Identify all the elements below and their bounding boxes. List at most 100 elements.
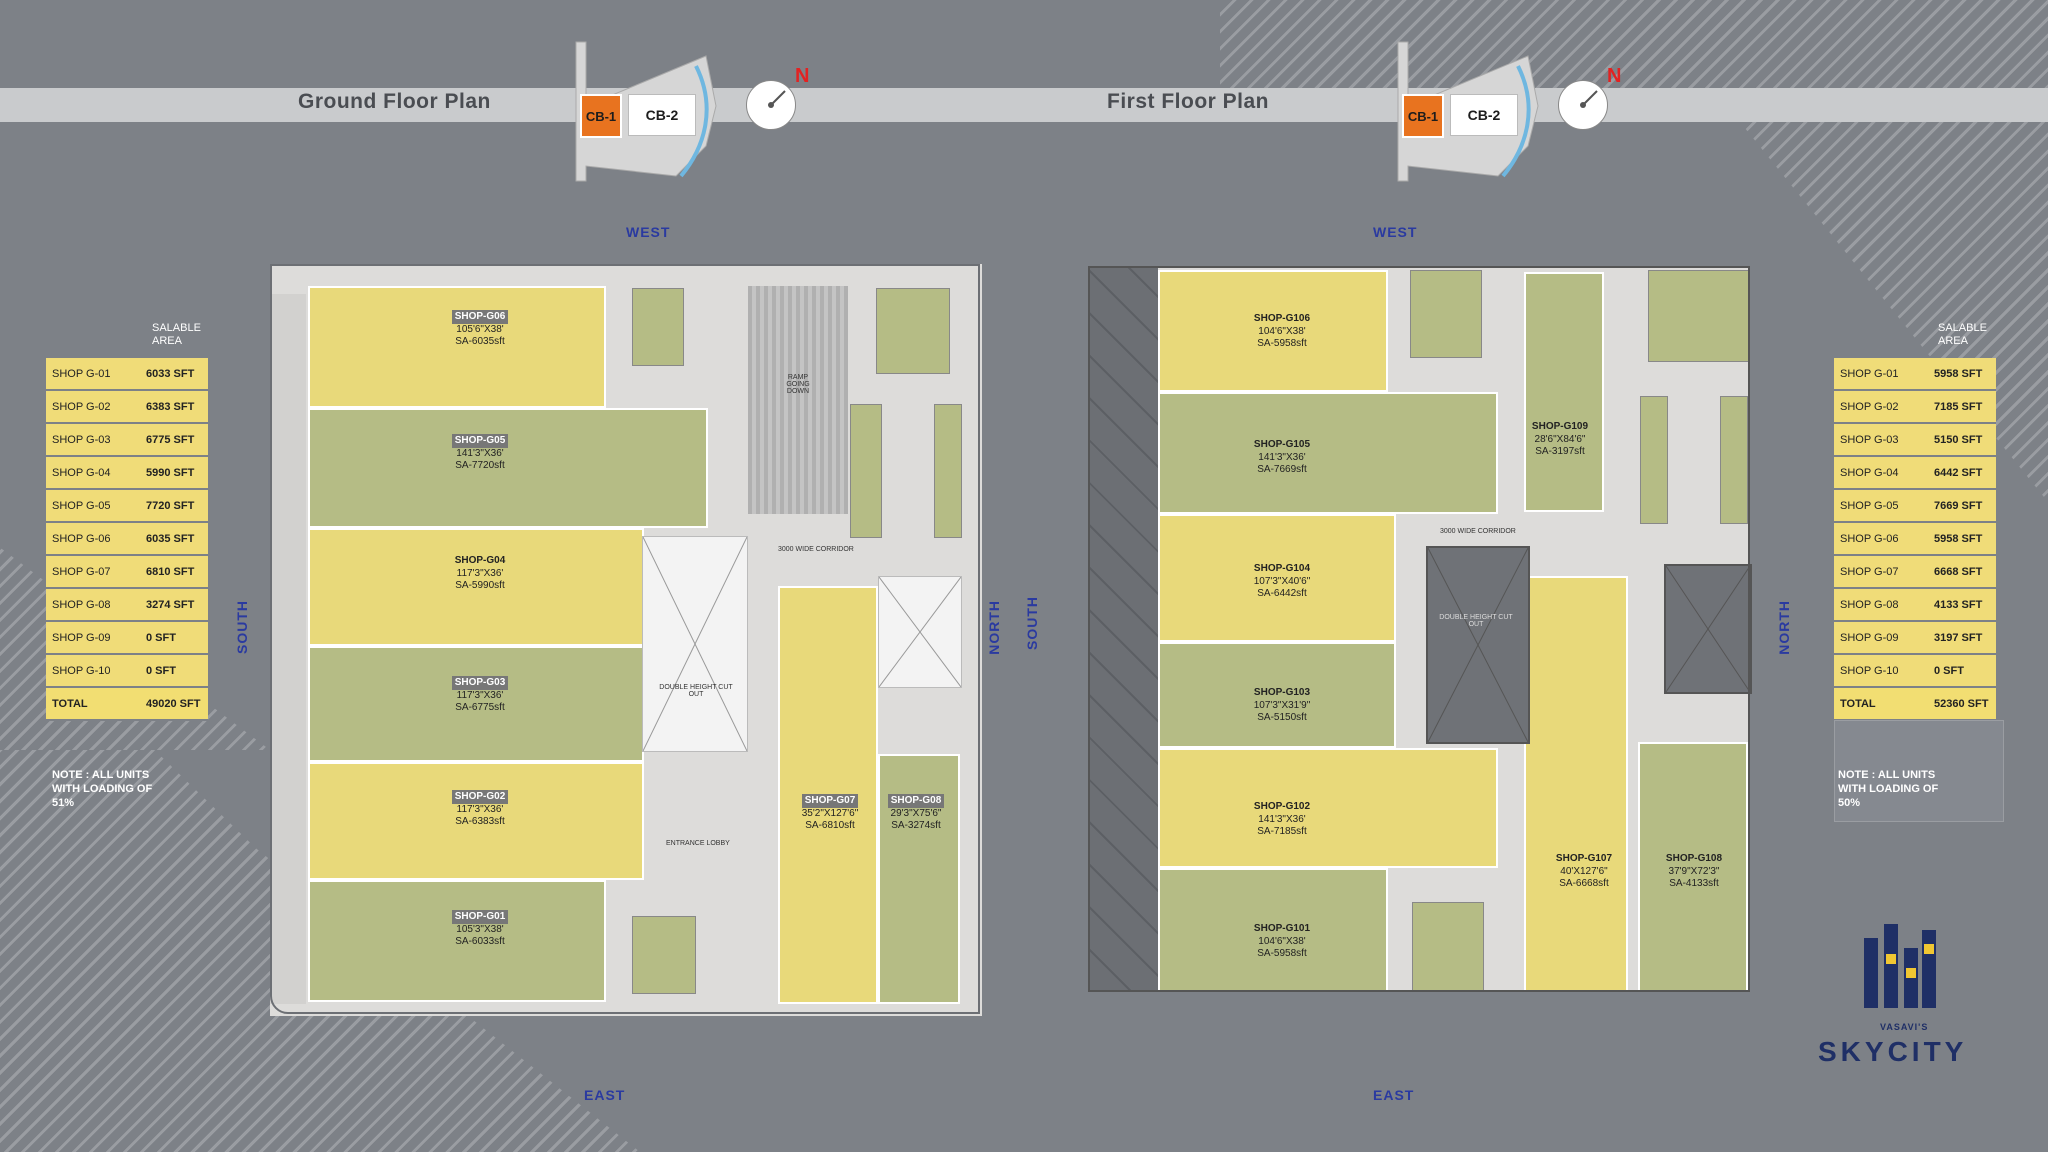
first-shop-label: SHOP-G102 141'3"X36' SA-7185sft — [1232, 800, 1332, 838]
first-compass: N — [1558, 65, 1621, 130]
table-row: SHOP G-05 7669 SFT — [1834, 489, 1996, 523]
ground-floor-title: Ground Floor Plan — [298, 90, 491, 113]
row-name: SHOP G-08 — [46, 588, 140, 622]
ground-west-label: WEST — [626, 224, 671, 240]
row-value: 0 SFT — [140, 621, 208, 655]
table-row: SHOP G-08 4133 SFT — [1834, 588, 1996, 622]
shop-name: SHOP-G103 — [1253, 687, 1311, 698]
table-total-row: TOTAL 49020 SFT — [46, 687, 208, 721]
ground-east-label: EAST — [584, 1087, 626, 1103]
shop-name: SHOP-G105 — [1253, 439, 1311, 450]
row-name: SHOP G-09 — [1834, 621, 1928, 655]
first-area-table: SHOP G-01 5958 SFT SHOP G-02 7185 SFT SHOP… — [1834, 358, 1996, 721]
table-row: SHOP G-04 6442 SFT — [1834, 456, 1996, 490]
row-value: 7185 SFT — [1928, 390, 1996, 424]
ground-col-head: SALABLE AREA — [152, 322, 201, 347]
ground-shop-label: SHOP-G04 117'3"X36' SA-5990sft — [430, 554, 530, 592]
first-west-label: WEST — [1373, 224, 1418, 240]
hatch-top-right — [1220, 0, 2048, 88]
table-row: SHOP G-05 7720 SFT — [46, 489, 208, 523]
shop-sa: SA-5958sft — [1257, 338, 1307, 349]
shop-dim: 29'3"X75'6" — [890, 808, 942, 819]
row-name: SHOP G-09 — [46, 621, 140, 655]
shop-name: SHOP-G03 — [451, 676, 509, 690]
first-north-label: N — [1607, 65, 1622, 87]
first-shop-label: SHOP-G101 104'6"X38' SA-5958sft — [1232, 922, 1332, 960]
row-value: 5958 SFT — [1928, 522, 1996, 556]
table-row: SHOP G-02 7185 SFT — [1834, 390, 1996, 424]
table-row: SHOP G-02 6383 SFT — [46, 390, 208, 424]
ground-plan-border — [270, 264, 980, 1014]
ground-cb1-key: CB-1 — [580, 94, 622, 138]
shop-dim: 35'2"X127'6" — [801, 808, 859, 819]
ground-shop-label: SHOP-G07 35'2"X127'6" SA-6810sft — [778, 794, 882, 832]
shop-sa: SA-6383sft — [455, 816, 505, 827]
shop-name: SHOP-G07 — [801, 794, 859, 808]
row-value: 6035 SFT — [140, 522, 208, 556]
row-value: 6033 SFT — [140, 358, 208, 391]
ground-area-table: SHOP G-01 6033 SFT SHOP G-02 6383 SFT SHOP… — [46, 358, 208, 721]
table-row: SHOP G-07 6668 SFT — [1834, 555, 1996, 589]
row-value: 6810 SFT — [140, 555, 208, 589]
row-name: SHOP G-02 — [1834, 390, 1928, 424]
first-cb2-key: CB-2 — [1450, 94, 1518, 136]
shop-name: SHOP-G01 — [451, 910, 509, 924]
row-name: SHOP G-07 — [1834, 555, 1928, 589]
row-value: 3197 SFT — [1928, 621, 1996, 655]
table-row: SHOP G-03 6775 SFT — [46, 423, 208, 457]
shop-sa: SA-4133sft — [1669, 878, 1719, 889]
compass-needle-icon — [1580, 90, 1598, 108]
shop-dim: 105'3"X38' — [456, 924, 504, 935]
first-shop-label: SHOP-G105 141'3"X36' SA-7669sft — [1232, 438, 1332, 476]
row-name: SHOP G-04 — [46, 456, 140, 490]
shop-dim: 28'6"X84'6" — [1534, 434, 1586, 445]
table-row: SHOP G-03 5150 SFT — [1834, 423, 1996, 457]
row-value: 5150 SFT — [1928, 423, 1996, 457]
shop-dim: 104'6"X38' — [1258, 326, 1306, 337]
first-shop-label: SHOP-G109 28'6"X84'6" SA-3197sft — [1512, 420, 1608, 458]
shop-sa: SA-5150sft — [1257, 712, 1307, 723]
ground-shop-label: SHOP-G01 105'3"X38' SA-6033sft — [430, 910, 530, 948]
row-name: SHOP G-04 — [1834, 456, 1928, 490]
first-shop-label: SHOP-G108 37'9"X72'3" SA-4133sft — [1646, 852, 1742, 890]
row-value: 5990 SFT — [140, 456, 208, 490]
shop-dim: 105'6"X38' — [456, 324, 504, 335]
shop-dim: 141'3"X36' — [456, 448, 504, 459]
brand-pre: VASAVI'S — [1880, 1022, 1929, 1032]
row-name: SHOP G-06 — [1834, 522, 1928, 556]
ground-shop-label: SHOP-G08 29'3"X75'6" SA-3274sft — [876, 794, 956, 832]
shop-name: SHOP-G104 — [1253, 563, 1311, 574]
ground-north-side-label: NORTH — [986, 600, 1002, 655]
row-value: 6442 SFT — [1928, 456, 1996, 490]
ground-shop-label: SHOP-G06 105'6"X38' SA-6035sft — [430, 310, 530, 348]
shop-name: SHOP-G02 — [451, 790, 509, 804]
first-east-label: EAST — [1373, 1087, 1415, 1103]
ground-key-plan: CB-1 CB-2 — [556, 36, 726, 186]
table-row: SHOP G-08 3274 SFT — [46, 588, 208, 622]
first-floor-title: First Floor Plan — [1107, 90, 1270, 113]
first-shop-label: SHOP-G107 40'X127'6" SA-6668sft — [1536, 852, 1632, 890]
row-value: 0 SFT — [140, 654, 208, 688]
row-name: SHOP G-06 — [46, 522, 140, 556]
table-row: SHOP G-01 5958 SFT — [1834, 358, 1996, 391]
first-shop-label: SHOP-G104 107'3"X40'6" SA-6442sft — [1232, 562, 1332, 600]
shop-dim: 117'3"X36' — [456, 568, 504, 579]
table-row: SHOP G-01 6033 SFT — [46, 358, 208, 391]
first-shop-label: SHOP-G103 107'3"X31'9" SA-5150sft — [1232, 686, 1332, 724]
row-name: SHOP G-10 — [46, 654, 140, 688]
table-row: SHOP G-06 6035 SFT — [46, 522, 208, 556]
row-name: SHOP G-03 — [1834, 423, 1928, 457]
shop-name: SHOP-G05 — [451, 434, 509, 448]
shop-dim: 107'3"X31'9" — [1253, 700, 1311, 711]
table-row: SHOP G-10 0 SFT — [46, 654, 208, 688]
shop-dim: 117'3"X36' — [456, 690, 504, 701]
row-name: SHOP G-05 — [46, 489, 140, 523]
ground-cb2-key: CB-2 — [628, 94, 696, 136]
row-value: 7669 SFT — [1928, 489, 1996, 523]
shop-name: SHOP-G107 — [1555, 853, 1613, 864]
ground-shop-label: SHOP-G02 117'3"X36' SA-6383sft — [430, 790, 530, 828]
total-label: TOTAL — [46, 687, 140, 721]
first-note: NOTE : ALL UNITS WITH LOADING OF 50% — [1838, 769, 1939, 809]
shop-sa: SA-5958sft — [1257, 948, 1307, 959]
shop-dim: 104'6"X38' — [1258, 936, 1306, 947]
